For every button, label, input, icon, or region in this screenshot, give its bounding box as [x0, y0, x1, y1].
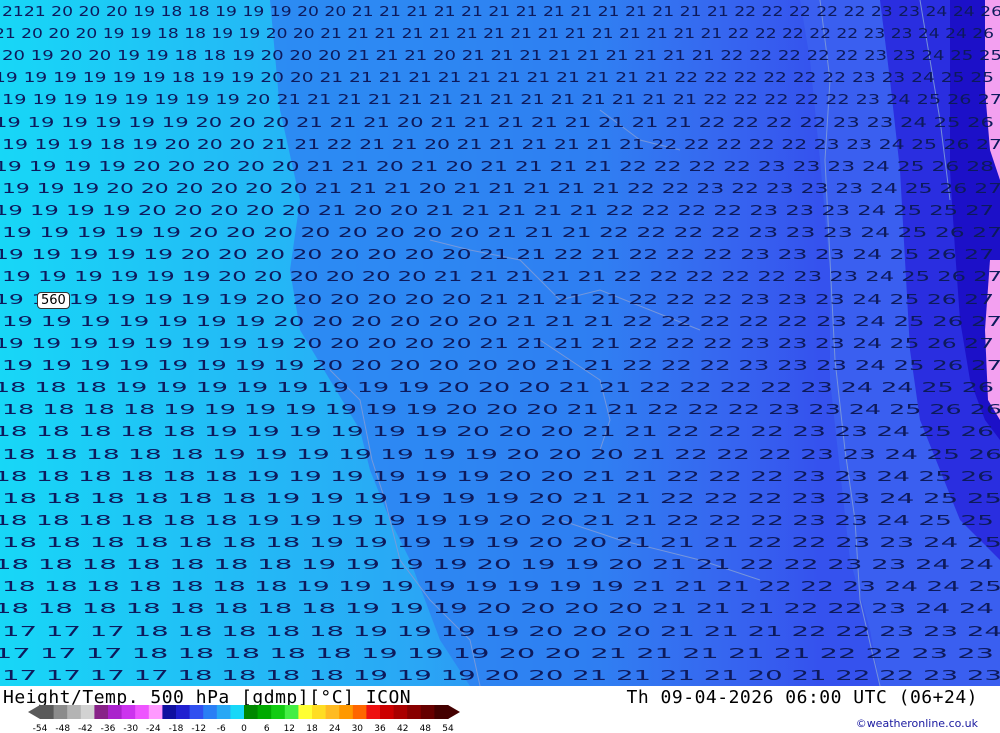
temperature-label-row: 17 17 17 18 18 18 18 18 19 19 19 20 20 2…	[0, 647, 994, 662]
legend-tick-label: 54	[442, 724, 454, 733]
legend-tick-label: -12	[191, 724, 206, 733]
legend-swatch	[284, 705, 299, 719]
temperature-label-row: 18 18 18 19 19 19 19 19 19 19 19 20 20 2…	[0, 381, 994, 396]
temperature-label-row: 20 19 20 20 19 19 18 18 19 20 20 20 21 2…	[2, 49, 1000, 64]
legend-swatch	[257, 705, 272, 719]
temperature-label-row: 19 19 19 19 19 19 19 20 20 20 20 20 20 2…	[0, 293, 994, 308]
temperature-label-row: 19 19 19 19 20 20 20 20 20 21 21 20 21 2…	[0, 160, 994, 175]
legend-swatch	[393, 705, 408, 719]
legend-swatch	[244, 705, 259, 719]
legend-swatch	[339, 705, 354, 719]
legend-swatch	[135, 705, 150, 719]
footer: Height/Temp. 500 hPa [gdmp][°C] ICON Th …	[0, 686, 1000, 733]
legend-left-arrow	[28, 705, 40, 719]
legend-tick-label: -24	[146, 724, 161, 733]
temperature-label-row: 17 17 17 17 18 18 18 18 19 19 19 20 20 2…	[2, 669, 1000, 684]
temperature-label-row: 18 18 18 18 18 19 19 19 19 19 19 20 20 2…	[0, 425, 994, 440]
height-label: 560	[37, 292, 70, 309]
legend-tick-label: -36	[101, 724, 116, 733]
temperature-label-row: 19 19 19 20 20 20 20 20 20 21 21 21 20 2…	[2, 182, 1000, 197]
legend-swatch	[189, 705, 204, 719]
legend-swatch	[325, 705, 340, 719]
legend-ticks: -54 -48 -42 -36 -30 -24 -18 -12 -6 0 6 12 18 24 30 36 42…	[33, 724, 454, 733]
legend-tick-label: 24	[329, 724, 341, 733]
temperature-label-row: 18 18 18 18 18 18 18 18 19 19 19 20 20 2…	[0, 602, 994, 617]
temperature-label-row: 19 19 19 18 19 20 20 20 21 21 22 21 21 2…	[2, 138, 1000, 153]
temperature-label-row: 19 19 19 19 19 19 20 20 20 20 20 20 21 2…	[2, 270, 1000, 285]
temperature-label-row: 19 19 19 19 19 20 20 20 20 20 20 20 20 2…	[2, 226, 1000, 241]
weather-map: 2121 20 20 20 19 18 18 19 19 19 20 20 21…	[0, 0, 1000, 686]
legend-tick-label: 18	[306, 724, 318, 733]
legend-swatch	[121, 705, 136, 719]
legend-tick-label: 42	[397, 724, 408, 733]
legend-swatch	[230, 705, 245, 719]
legend-swatches	[40, 705, 449, 719]
temperature-label-row: 21 20 20 20 19 19 18 18 19 19 20 20 21 2…	[0, 27, 994, 42]
legend-swatch	[434, 705, 449, 719]
legend-tick-label: 12	[284, 724, 295, 733]
legend-swatch	[53, 705, 68, 719]
temperature-labels: 2121 20 20 20 19 18 18 19 19 19 20 20 21…	[0, 5, 1000, 684]
legend-swatch	[40, 705, 55, 719]
legend-swatch	[380, 705, 395, 719]
temperature-label-row: 19 19 19 19 19 19 20 20 20 21 21 21 20 2…	[0, 116, 994, 131]
temperature-label-row: 18 18 18 18 18 18 18 19 19 19 19 19 20 2…	[2, 536, 1000, 551]
temperature-label-row: 18 18 18 18 18 18 19 19 19 19 19 19 20 2…	[2, 492, 1000, 507]
legend-swatch	[176, 705, 191, 719]
legend-swatch	[352, 705, 367, 719]
temperature-label-row: 19 19 19 19 19 20 20 20 20 20 20 20 20 2…	[0, 248, 994, 263]
legend-tick-label: -48	[55, 724, 70, 733]
legend-swatch	[203, 705, 218, 719]
legend-swatch	[312, 705, 327, 719]
temperature-label-row: 18 18 18 18 19 19 19 19 19 19 19 20 20 2…	[2, 403, 1000, 418]
legend-tick-label: -18	[169, 724, 184, 733]
temperature-label-row: 19 19 19 19 19 19 19 20 20 20 20 20 20 2…	[2, 315, 1000, 330]
legend-swatch	[162, 705, 177, 719]
legend-swatch	[148, 705, 163, 719]
legend-swatch	[407, 705, 422, 719]
legend-tick-label: 30	[352, 724, 364, 733]
temperature-label-row: 17 17 17 18 18 18 18 18 19 19 19 19 20 2…	[2, 625, 1000, 640]
temperature-label-row: 18 18 18 18 18 18 18 19 19 19 19 19 19 1…	[2, 580, 1000, 595]
legend-swatch	[298, 705, 313, 719]
color-scale-legend: -54 -48 -42 -36 -30 -24 -18 -12 -6 0 6 12 18 24 30 36 42…	[28, 705, 460, 733]
legend-swatch	[80, 705, 95, 719]
temperature-label-row: 19 19 19 19 19 19 18 19 19 20 20 21 21 2…	[0, 71, 994, 86]
legend-swatch	[420, 705, 435, 719]
legend-swatch	[271, 705, 286, 719]
legend-tick-label: -6	[217, 724, 226, 733]
legend-right-arrow	[448, 705, 460, 719]
forecast-datetime: Th 09-04-2026 06:00 UTC (06+24)	[626, 687, 978, 708]
temperature-label-row: 19 19 19 19 19 19 19 19 20 20 20 20 20 2…	[2, 359, 1000, 374]
temperature-label-row: 2121 20 20 20 19 18 18 19 19 19 20 20 21…	[2, 5, 1000, 20]
legend-tick-label: 36	[374, 724, 386, 733]
temperature-field: 2121 20 20 20 19 18 18 19 19 19 20 20 21…	[0, 0, 1000, 686]
legend-tick-label: 48	[420, 724, 432, 733]
legend-swatch	[67, 705, 82, 719]
temperature-label-row: 18 18 18 18 18 18 19 19 19 19 19 19 20 2…	[0, 470, 994, 485]
temperature-label-row: 19 19 19 19 19 19 19 19 20 21 21 21 21 2…	[2, 93, 1000, 108]
legend-tick-label: -30	[123, 724, 138, 733]
legend-tick-label: -42	[78, 724, 93, 733]
legend-swatch	[94, 705, 109, 719]
legend-swatch	[366, 705, 381, 719]
legend-tick-label: 0	[241, 724, 247, 733]
legend-swatch	[108, 705, 123, 719]
copyright-link[interactable]: ©weatheronline.co.uk	[856, 717, 978, 730]
legend-tick-label: 6	[264, 724, 270, 733]
temperature-label-row: 19 19 19 19 19 19 19 19 20 20 20 20 20 2…	[0, 337, 994, 352]
temperature-label-row: 18 18 18 18 18 18 18 19 19 19 19 20 19 1…	[0, 558, 994, 573]
legend-tick-label: -54	[33, 724, 48, 733]
temperature-label-row: 18 18 18 18 18 18 19 19 19 19 19 19 20 2…	[0, 514, 994, 529]
temperature-label-row: 19 19 19 19 20 20 20 20 20 21 20 20 21 2…	[0, 204, 994, 219]
legend-swatch	[216, 705, 231, 719]
temperature-label-row: 18 18 18 18 18 19 19 19 19 19 19 19 20 2…	[2, 448, 1000, 463]
